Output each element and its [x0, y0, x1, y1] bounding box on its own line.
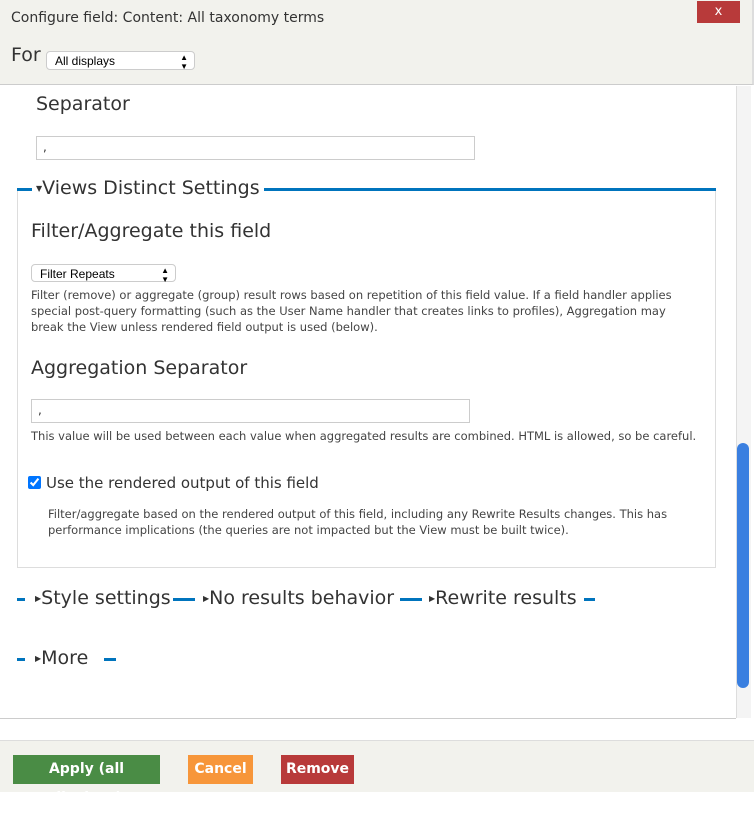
- content-bottom-border: [0, 718, 736, 719]
- divider: [400, 598, 422, 601]
- apply-button[interactable]: Apply (all displays): [13, 755, 160, 806]
- aggregation-separator-input[interactable]: ,: [31, 399, 470, 423]
- aggregation-description: This value will be used between each val…: [31, 429, 697, 443]
- select-arrows-icon: ▲ ▼: [180, 53, 188, 71]
- rendered-output-checkbox[interactable]: [28, 476, 41, 489]
- aggregation-separator-label: Aggregation Separator: [31, 357, 248, 379]
- rendered-output-label[interactable]: Use the rendered output of this field: [46, 474, 319, 492]
- rewrite-results-toggle[interactable]: ▶Rewrite results: [429, 587, 577, 609]
- divider: [17, 598, 25, 601]
- display-select[interactable]: All displays ▲ ▼: [46, 51, 195, 71]
- divider: [584, 598, 595, 601]
- select-arrows-icon: ▲ ▼: [161, 266, 169, 284]
- divider: [173, 598, 195, 601]
- filter-aggregate-label: Filter/Aggregate this field: [31, 220, 272, 242]
- no-results-toggle[interactable]: ▶No results behavior: [203, 587, 394, 609]
- rendered-output-description: Filter/aggregate based on the rendered o…: [48, 507, 668, 537]
- views-distinct-toggle[interactable]: ▼Views Distinct Settings: [32, 177, 264, 199]
- style-settings-toggle[interactable]: ▶Style settings: [35, 587, 171, 609]
- cancel-button[interactable]: Cancel: [188, 755, 253, 784]
- scrollbar-thumb[interactable]: [737, 443, 749, 688]
- filter-description: Filter (remove) or aggregate (group) res…: [31, 288, 672, 334]
- dialog-title: Configure field: Content: All taxonomy t…: [11, 10, 325, 26]
- separator-input[interactable]: ,: [36, 136, 475, 160]
- legend-label: Views Distinct Settings: [42, 177, 260, 199]
- separator-label: Separator: [36, 93, 130, 115]
- filter-select-value: Filter Repeats: [40, 267, 115, 281]
- divider: [17, 658, 25, 661]
- divider: [104, 658, 116, 661]
- close-button[interactable]: x: [697, 1, 740, 23]
- filter-aggregate-select[interactable]: Filter Repeats ▲ ▼: [31, 264, 176, 284]
- for-label: For: [11, 44, 41, 66]
- more-toggle[interactable]: ▶More: [35, 647, 88, 669]
- display-select-value: All displays: [55, 54, 116, 68]
- remove-button[interactable]: Remove: [281, 755, 354, 784]
